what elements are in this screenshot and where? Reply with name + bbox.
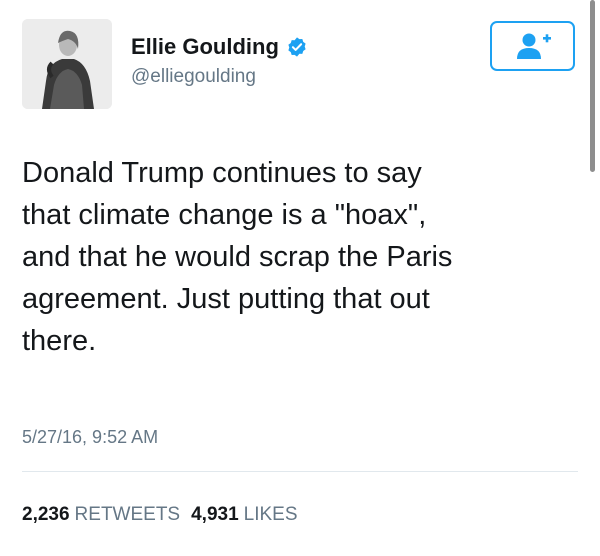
follow-button[interactable] xyxy=(490,21,575,71)
profile-photo xyxy=(22,19,112,109)
likes-count: 4,931 xyxy=(191,504,239,525)
tweet-stats: 2,236 RETWEETS 4,931 LIKES xyxy=(22,504,298,526)
likes-stat[interactable]: 4,931 LIKES xyxy=(191,504,297,525)
verified-badge-icon xyxy=(286,36,308,58)
tweet-line: and that he would scrap the Paris xyxy=(22,241,453,273)
retweets-count: 2,236 xyxy=(22,504,70,525)
tweet-line: there. xyxy=(22,325,97,357)
name-row: Ellie Goulding xyxy=(131,34,308,60)
tweet-line: that climate change is a "hoax", xyxy=(22,199,427,231)
add-user-icon xyxy=(516,33,551,59)
divider xyxy=(22,471,578,472)
scrollbar[interactable] xyxy=(590,0,595,172)
tweet-line: agreement. Just putting that out xyxy=(22,283,430,315)
user-handle[interactable]: @elliegoulding xyxy=(131,66,256,88)
avatar[interactable] xyxy=(22,19,112,109)
tweet-line: Donald Trump continues to say xyxy=(22,157,422,189)
tweet-text: Donald Trump continues to say that clima… xyxy=(22,152,582,362)
tweet-timestamp[interactable]: 5/27/16, 9:52 AM xyxy=(22,427,158,448)
likes-label: LIKES xyxy=(243,504,298,525)
display-name[interactable]: Ellie Goulding xyxy=(131,34,279,60)
retweets-stat[interactable]: 2,236 RETWEETS xyxy=(22,504,180,525)
retweets-label: RETWEETS xyxy=(74,504,181,525)
